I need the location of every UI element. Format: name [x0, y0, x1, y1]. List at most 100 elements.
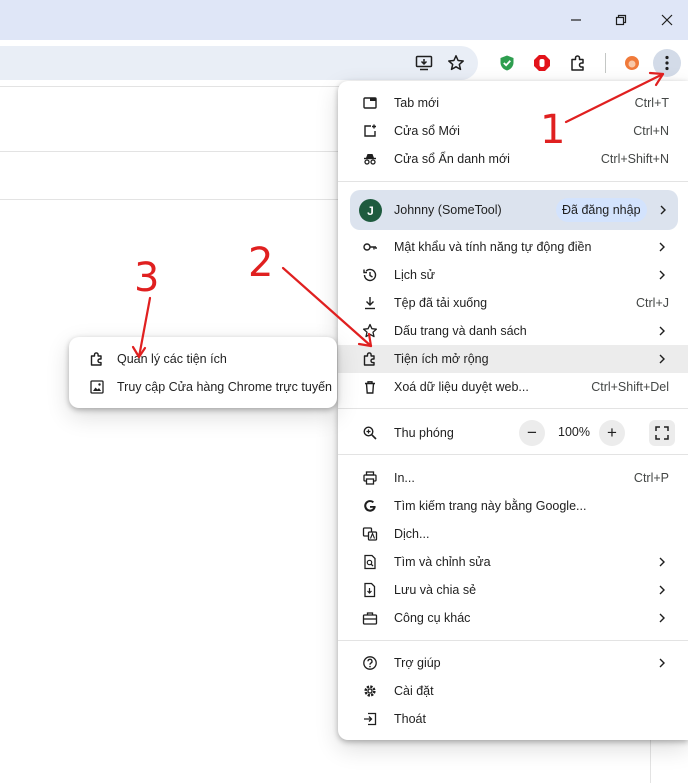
zoom-label: Thu phóng — [394, 426, 454, 440]
toolbox-icon — [362, 610, 378, 626]
menu-item-label: Lịch sử — [394, 268, 436, 282]
menu-item-label: Tab mới — [394, 96, 440, 110]
menu-item-downloads[interactable]: Tệp đã tải xuống Ctrl+J — [338, 289, 688, 317]
history-icon — [362, 267, 378, 283]
menu-item-label: Tệp đã tải xuống — [394, 296, 488, 310]
extension-icon — [89, 351, 105, 367]
menu-item-label: Trợ giúp — [394, 656, 441, 670]
menu-item-search-with-google[interactable]: Tìm kiếm trang này bằng Google... — [338, 492, 688, 520]
annotation-step-3: 3 — [134, 255, 159, 301]
star-icon — [448, 55, 464, 71]
shield-icon — [500, 55, 514, 71]
menu-item-shortcut: Ctrl+Shift+Del — [591, 380, 669, 394]
menu-item-history[interactable]: Lịch sử — [338, 261, 688, 289]
menu-item-label: Công cụ khác — [394, 611, 471, 625]
menu-item-incognito[interactable]: Cửa sổ Ẩn danh mới Ctrl+Shift+N — [338, 145, 688, 173]
three-dots-vertical-icon — [665, 55, 669, 71]
menu-item-extensions[interactable]: Tiện ích mở rộng — [338, 345, 688, 373]
menu-separator — [338, 640, 688, 641]
fullscreen-icon — [655, 426, 669, 440]
restore-icon — [615, 14, 627, 26]
help-icon — [362, 655, 378, 671]
zoom-icon — [362, 425, 378, 441]
fox-avatar-icon — [625, 56, 639, 70]
menu-item-save-and-share[interactable]: Lưu và chia sẻ — [338, 576, 688, 604]
menu-item-shortcut: Ctrl+Shift+N — [600, 152, 669, 166]
star-icon — [362, 323, 378, 339]
chrome-main-menu: Tab mới Ctrl+T Cửa sổ Mới Ctrl+N Cửa sổ … — [338, 81, 688, 740]
browser-toolbar — [0, 40, 688, 86]
submenu-item-manage-extensions[interactable]: Quản lý các tiện ích — [69, 345, 337, 373]
profile-row[interactable]: J Johnny (SomeTool) Đã đăng nhập — [350, 190, 678, 230]
download-icon — [362, 295, 378, 311]
chevron-right-icon — [659, 658, 665, 668]
menu-item-label: Mật khẩu và tính năng tự động điền — [394, 240, 592, 254]
menu-item-shortcut: Ctrl+J — [636, 296, 669, 310]
page-divider — [0, 199, 338, 200]
extensions-button[interactable] — [564, 49, 592, 77]
address-bar[interactable] — [0, 46, 478, 80]
menu-item-label: Lưu và chia sẻ — [394, 583, 477, 597]
menu-separator — [338, 408, 688, 409]
google-icon — [362, 498, 378, 514]
minimize-button[interactable] — [564, 8, 588, 32]
profile-name: Johnny (SomeTool) — [394, 203, 502, 217]
page-divider — [0, 151, 338, 152]
menu-item-print[interactable]: In... Ctrl+P — [338, 464, 688, 492]
menu-item-label: Dịch... — [394, 527, 430, 541]
menu-item-label: Cửa sổ Mới — [394, 124, 460, 138]
zoom-level: 100% — [558, 425, 590, 439]
menu-item-new-window[interactable]: Cửa sổ Mới Ctrl+N — [338, 117, 688, 145]
adblock-hand-icon — [534, 55, 550, 71]
menu-item-label: Cửa sổ Ẩn danh mới — [394, 152, 510, 166]
menu-item-label: Tìm kiếm trang này bằng Google... — [394, 499, 587, 513]
chevron-right-icon — [660, 205, 666, 215]
install-app-button[interactable] — [410, 49, 438, 77]
chevron-right-icon — [659, 557, 665, 567]
submenu-item-label: Truy cập Cửa hàng Chrome trực tuyến — [117, 380, 332, 394]
fullscreen-button[interactable] — [649, 420, 675, 446]
menu-item-translate[interactable]: Dịch... — [338, 520, 688, 548]
menu-item-find-and-edit[interactable]: Tìm và chỉnh sửa — [338, 548, 688, 576]
chrome-menu-button[interactable] — [653, 49, 681, 77]
zoom-out-button[interactable]: − — [519, 420, 545, 446]
extension-icon — [362, 351, 378, 367]
submenu-item-label: Quản lý các tiện ích — [117, 352, 227, 366]
profile-extension-button[interactable] — [618, 49, 646, 77]
chevron-right-icon — [659, 242, 665, 252]
chevron-right-icon — [659, 585, 665, 595]
restore-button[interactable] — [609, 8, 633, 32]
menu-item-label: In... — [394, 471, 415, 485]
menu-separator — [338, 181, 688, 182]
find-icon — [362, 554, 378, 570]
zoom-in-button[interactable]: + — [599, 420, 625, 446]
menu-item-help[interactable]: Trợ giúp — [338, 649, 688, 677]
close-window-button[interactable] — [655, 8, 679, 32]
menu-item-passwords[interactable]: Mật khẩu và tính năng tự động điền — [338, 233, 688, 261]
menu-item-bookmarks[interactable]: Dấu trang và danh sách — [338, 317, 688, 345]
menu-item-exit[interactable]: Thoát — [338, 705, 688, 733]
chevron-right-icon — [659, 613, 665, 623]
menu-item-more-tools[interactable]: Công cụ khác — [338, 604, 688, 632]
translate-icon — [362, 526, 378, 542]
menu-item-new-tab[interactable]: Tab mới Ctrl+T — [338, 89, 688, 117]
avatar: J — [359, 199, 382, 222]
install-app-icon — [415, 55, 433, 71]
menu-item-shortcut: Ctrl+P — [633, 471, 669, 485]
key-icon — [362, 239, 378, 255]
signed-in-badge: Đã đăng nhập — [556, 198, 647, 222]
menu-item-clear-browsing-data[interactable]: Xoá dữ liệu duyệt web... Ctrl+Shift+Del — [338, 373, 688, 401]
shield-extension-button[interactable] — [493, 49, 521, 77]
new-tab-icon — [362, 95, 378, 111]
bookmark-star-button[interactable] — [442, 49, 470, 77]
save-share-icon — [362, 582, 378, 598]
annotation-step-2: 2 — [248, 240, 273, 286]
menu-item-settings[interactable]: Cài đặt — [338, 677, 688, 705]
menu-item-shortcut: Ctrl+N — [633, 124, 669, 138]
chevron-right-icon — [659, 326, 665, 336]
exit-icon — [362, 711, 378, 727]
menu-item-label: Tìm và chỉnh sửa — [394, 555, 491, 569]
adblock-extension-button[interactable] — [528, 49, 556, 77]
chevron-right-icon — [659, 270, 665, 280]
submenu-item-chrome-web-store[interactable]: Truy cập Cửa hàng Chrome trực tuyến — [69, 373, 337, 401]
